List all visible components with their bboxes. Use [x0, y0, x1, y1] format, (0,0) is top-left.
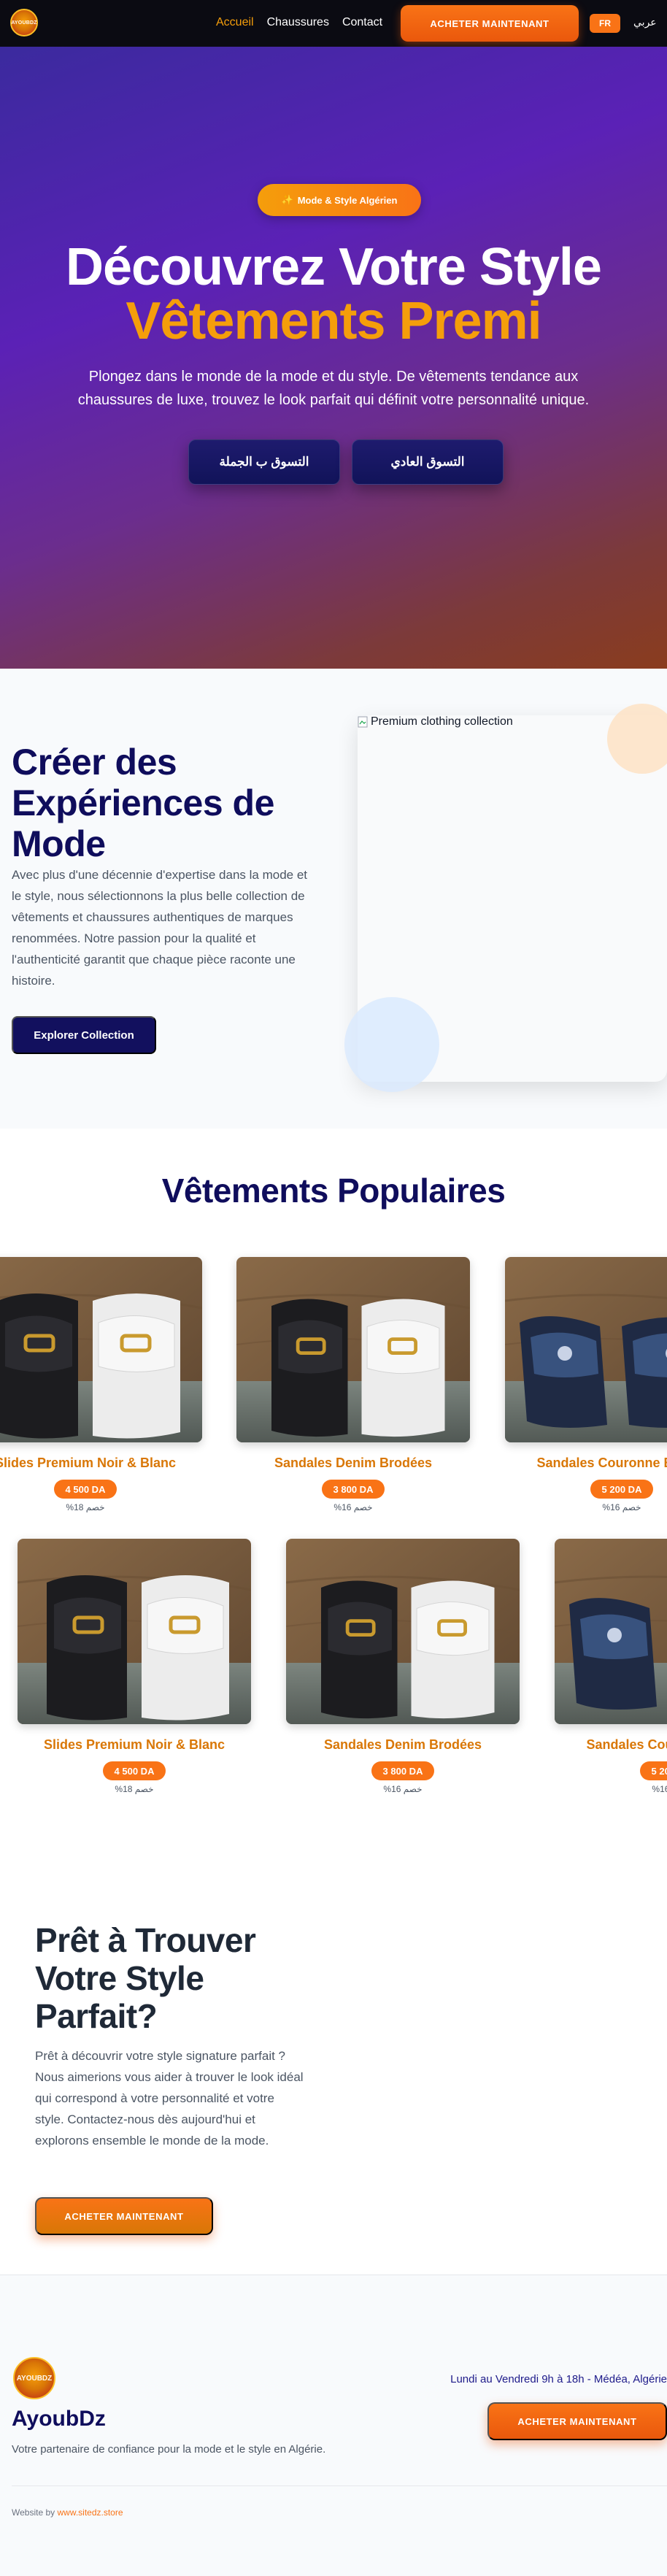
discount-label: %خصم 18 [66, 1502, 105, 1512]
price-badge: 4 500 DA [54, 1480, 117, 1499]
product-image[interactable] [505, 1257, 667, 1442]
hero-title-highlight: Vêtements Premi [126, 292, 541, 350]
language-fr-button[interactable]: FR [590, 14, 620, 33]
product-name[interactable]: Sandales Couronne Bleues [505, 1456, 667, 1471]
sparkle-icon: ✨ [281, 194, 293, 205]
sandal-photo [0, 1257, 202, 1442]
discount-label: %خصم 18 [115, 1784, 154, 1794]
nav-link-chaussures[interactable]: Chaussures [267, 16, 329, 29]
hero-badge: ✨ Mode & Style Algérien [258, 184, 421, 216]
product-card[interactable]: Sandales Denim Brodées 3 800 DA %خصم 16 [236, 1257, 470, 1512]
sandal-photo [505, 1257, 667, 1442]
nav-link-accueil[interactable]: Accueil [216, 16, 254, 29]
footer-logo: AYOUBDZ [13, 2357, 55, 2399]
product-image[interactable] [286, 1539, 520, 1724]
footer-brand-name: AyoubDz [12, 2407, 106, 2431]
hero-badge-label: Mode & Style Algérien [297, 194, 398, 206]
product-name[interactable]: Slides Premium Noir & Blanc [0, 1456, 202, 1471]
cta-text: Prêt à découvrir votre style signature p… [35, 2049, 304, 2148]
decorative-circle-blue [344, 997, 439, 1092]
popular-products-section: Vêtements Populaires Slides Premium Noir… [0, 1129, 667, 1822]
cta-title: Prêt à Trouver Votre Style Parfait? [35, 1921, 256, 2035]
cta-section: Prêt à Trouver Votre Style Parfait? Prêt… [0, 1822, 667, 2275]
image-alt-text: Premium clothing collection [371, 715, 513, 728]
footer-divider [12, 2485, 667, 2486]
nav-link-contact[interactable]: Contact [342, 16, 382, 29]
discount-label: %خصم 16 [602, 1502, 641, 1512]
about-title: Créer des Expériences de Mode [12, 742, 274, 864]
buy-now-button[interactable]: ACHETER MAINTENANT [401, 5, 579, 42]
hero-section: ✨ Mode & Style Algérien Découvrez Votre … [0, 47, 667, 669]
about-text: Avec plus d'une décennie d'expertise dan… [12, 868, 308, 988]
explore-collection-button[interactable]: Explorer Collection [12, 1016, 156, 1054]
products-title: Vêtements Populaires [161, 1172, 506, 1210]
business-hours: Lundi au Vendredi 9h à 18h - Médéa, Algé… [450, 2373, 667, 2385]
hero-title: Découvrez Votre Style [66, 238, 602, 296]
price-badge: 5 200 DA [590, 1480, 653, 1499]
price-badge: 4 500 DA [103, 1761, 166, 1780]
footer-tagline: Votre partenaire de confiance pour la mo… [12, 2443, 326, 2456]
product-name[interactable]: Sandales Denim Brodées [286, 1737, 520, 1753]
price-badge: 3 800 DA [322, 1480, 385, 1499]
product-name[interactable]: Sandales Denim Brodées [236, 1456, 470, 1471]
sandal-photo [555, 1539, 667, 1724]
footer-buy-now-button[interactable]: ACHETER MAINTENANT [487, 2402, 667, 2440]
cta-buy-now-button[interactable]: ACHETER MAINTENANT [35, 2197, 213, 2235]
product-card[interactable]: Slides Premium Noir & Blanc 4 500 DA %خص… [18, 1539, 251, 1794]
footer-credit: Website by www.sitedz.store [12, 2507, 123, 2518]
product-name[interactable]: Sandales Couronne Bleues [555, 1737, 667, 1753]
product-card[interactable]: Sandales Couronne Bleues 5 200 DA %خصم 1… [555, 1539, 667, 1794]
wholesale-shopping-button[interactable]: التسوق ب الجملة [188, 439, 340, 485]
language-ar-link[interactable]: عربي [633, 16, 657, 28]
price-badge: 5 200 DA [640, 1761, 667, 1780]
discount-label: %خصم 16 [383, 1784, 423, 1794]
product-image[interactable] [236, 1257, 470, 1442]
about-section: Créer des Expériences de Mode Avec plus … [0, 669, 667, 1129]
product-image[interactable] [0, 1257, 202, 1442]
product-name[interactable]: Slides Premium Noir & Blanc [18, 1737, 251, 1753]
discount-label: %خصم 16 [334, 1502, 373, 1512]
hero-subtitle: Plongez dans le monde de la mode et du s… [77, 369, 590, 408]
product-image[interactable] [18, 1539, 251, 1724]
brand-logo[interactable]: AYOUBDZ [10, 9, 38, 36]
nav-links: Accueil Chaussures Contact [216, 16, 382, 29]
sandal-photo [18, 1539, 251, 1724]
credit-link[interactable]: www.sitedz.store [57, 2507, 123, 2518]
product-card[interactable]: Sandales Couronne Bleues 5 200 DA %خصم 1… [505, 1257, 667, 1512]
top-navbar: AYOUBDZ Accueil Chaussures Contact ACHET… [0, 0, 667, 47]
product-card[interactable]: Sandales Denim Brodées 3 800 DA %خصم 16 [286, 1539, 520, 1794]
sandal-photo [286, 1539, 520, 1724]
price-badge: 3 800 DA [371, 1761, 434, 1780]
footer: AYOUBDZ AyoubDz Votre partenaire de conf… [0, 2275, 667, 2576]
product-image[interactable] [555, 1539, 667, 1724]
broken-image-icon [358, 716, 368, 728]
sandal-photo [236, 1257, 470, 1442]
discount-label: %خصم 16 [652, 1784, 667, 1794]
retail-shopping-button[interactable]: التسوق العادي [352, 439, 504, 485]
product-card[interactable]: Slides Premium Noir & Blanc 4 500 DA %خص… [0, 1257, 202, 1512]
